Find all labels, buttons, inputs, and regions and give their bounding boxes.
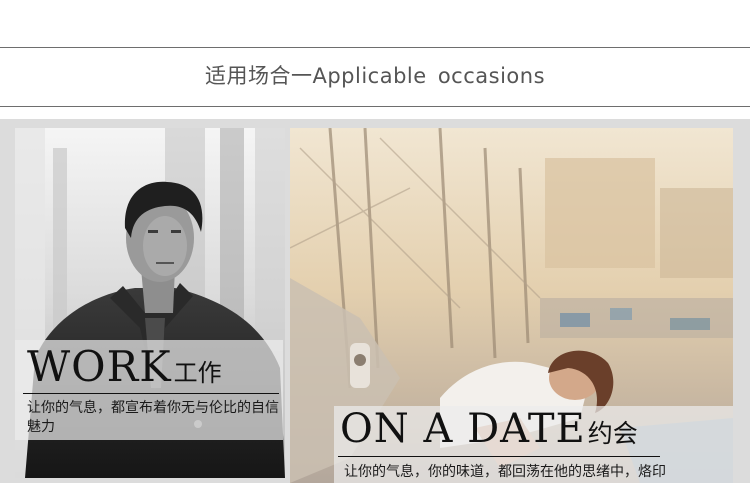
work-photo-panel: WORK工作 让你的气息，都宣布着你无与伦比的自信魅力: [15, 128, 285, 478]
section-title: 适用场合一Applicable occasions: [204, 64, 546, 88]
date-caption-title: ON A DATE约会: [340, 406, 638, 452]
occasions-section: 适用场合一Applicable occasions WORK工作 让你的气息，都…: [0, 0, 750, 483]
date-caption-underline: [338, 456, 660, 457]
work-caption-underline: [23, 393, 279, 394]
date-title-zh: 约会: [587, 419, 638, 448]
top-divider: [0, 47, 750, 48]
date-photo-panel: ON A DATE约会 让你的气息，你的味道，都回荡在他的思绪中，烙印在他的记忆…: [290, 128, 733, 483]
work-title-zh: 工作: [173, 359, 222, 387]
date-title-en: ON A DATE: [340, 406, 586, 452]
bottom-divider: [0, 106, 750, 107]
occasions-gallery: WORK工作 让你的气息，都宣布着你无与伦比的自信魅力 ON A DATE约会 …: [0, 119, 750, 483]
date-caption-description: 让你的气息，你的味道，都回荡在他的思绪中，烙印在他的记忆里: [344, 464, 666, 480]
work-caption: WORK工作 让你的气息，都宣布着你无与伦比的自信魅力: [15, 340, 283, 440]
work-title-en: WORK: [27, 342, 172, 391]
work-caption-title: WORK工作: [27, 342, 222, 391]
date-caption: ON A DATE约会 让你的气息，你的味道，都回荡在他的思绪中，烙印在他的记忆…: [334, 406, 733, 483]
work-caption-description: 让你的气息，都宣布着你无与伦比的自信魅力: [27, 400, 279, 435]
